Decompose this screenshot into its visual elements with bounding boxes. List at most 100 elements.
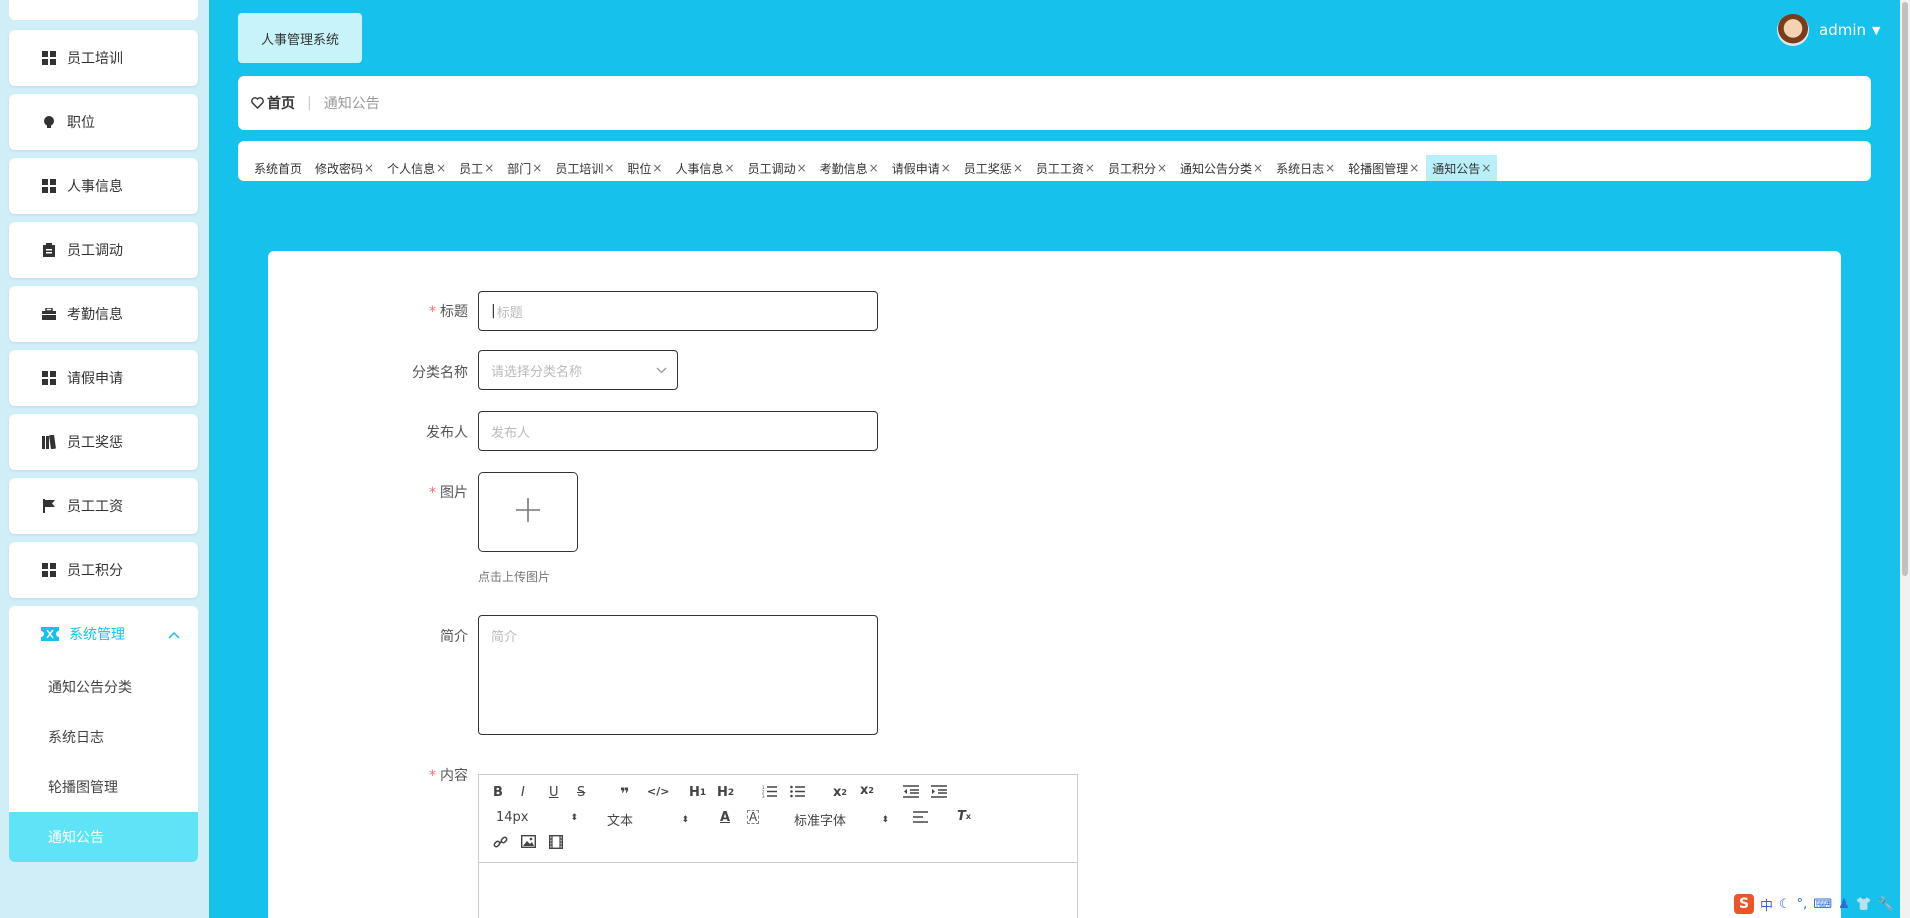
sidebar-item-points[interactable]: 员工积分 [9, 542, 198, 598]
tab-points[interactable]: 员工积分 × [1102, 155, 1173, 181]
title-input[interactable]: | 标题 [478, 291, 878, 331]
moon-icon[interactable]: ☾ [1779, 897, 1791, 912]
close-icon[interactable]: × [1013, 161, 1023, 175]
sidebar-item-transfer[interactable]: 员工调动 [9, 222, 198, 278]
image-icon[interactable] [521, 835, 536, 848]
close-icon[interactable]: × [652, 161, 662, 175]
code-icon[interactable]: </> [647, 785, 669, 798]
image-upload[interactable] [478, 472, 578, 552]
sidebar-item-label: 考勤信息 [67, 307, 123, 323]
summary-textarea[interactable]: 简介 [478, 615, 878, 735]
breadcrumb: 首页 | 通知公告 [238, 76, 1871, 130]
sidebar-item-position[interactable]: 职位 [9, 94, 198, 150]
close-icon[interactable]: × [436, 161, 446, 175]
superscript-icon[interactable]: x2 [860, 783, 874, 798]
tab-training[interactable]: 员工培训 × [549, 155, 620, 181]
font-size-select[interactable]: 14px ⬍ [496, 810, 578, 825]
grid-icon [41, 178, 57, 194]
strikethrough-icon[interactable]: S [577, 785, 585, 800]
sidebar-sub-carousel[interactable]: 轮播图管理 [9, 762, 198, 812]
editor-content-area[interactable] [479, 863, 1077, 918]
sidebar-sub-label: 通知公告 [48, 830, 104, 846]
font-color-icon[interactable]: A [720, 810, 730, 825]
tab-carousel[interactable]: 轮播图管理 × [1342, 155, 1425, 181]
breadcrumb-home[interactable]: 首页 [251, 93, 295, 113]
ordered-list-icon[interactable]: 123 [762, 785, 777, 798]
tab-salary[interactable]: 员工工资 × [1030, 155, 1101, 181]
sidebar-item-training[interactable]: 员工培训 [9, 30, 198, 86]
font-family-select[interactable]: 标准字体 ⬍ [794, 810, 889, 829]
punctuation-icon[interactable]: °, [1797, 897, 1808, 912]
h1-icon[interactable]: H1 [689, 785, 706, 800]
tab-hr-info[interactable]: 人事信息 × [669, 155, 740, 181]
link-icon[interactable] [493, 835, 508, 850]
close-icon[interactable]: × [484, 161, 494, 175]
close-icon[interactable]: × [725, 161, 735, 175]
ime-language[interactable]: 中 [1760, 895, 1773, 914]
tab-position[interactable]: 职位 × [621, 155, 668, 181]
voice-icon[interactable]: ♟ [1838, 897, 1850, 912]
flag-icon [41, 498, 57, 514]
sidebar-item-attendance[interactable]: 考勤信息 [9, 286, 198, 342]
close-icon[interactable]: × [604, 161, 614, 175]
sidebar-sub-notice-category[interactable]: 通知公告分类 [9, 662, 198, 712]
scrollbar-thumb[interactable] [1902, 2, 1908, 576]
sidebar-sub-notice[interactable]: 通知公告 [9, 812, 198, 862]
tab-profile[interactable]: 个人信息 × [381, 155, 452, 181]
tab-reward[interactable]: 员工奖惩 × [958, 155, 1029, 181]
sidebar-item-reward[interactable]: 员工奖惩 [9, 414, 198, 470]
tools-icon[interactable]: 🔧 [1878, 897, 1894, 912]
clear-format-icon[interactable]: Tx [957, 809, 971, 824]
close-icon[interactable]: × [1085, 161, 1095, 175]
close-icon[interactable]: × [1157, 161, 1167, 175]
tab-department[interactable]: 部门 × [501, 155, 548, 181]
close-icon[interactable]: × [532, 161, 542, 175]
italic-icon[interactable]: I [521, 785, 525, 800]
sidebar-item-label: 员工工资 [67, 499, 123, 515]
subscript-icon[interactable]: x2 [833, 785, 847, 800]
user-menu[interactable]: admin ▼ [1777, 14, 1880, 46]
tab-home[interactable]: 系统首页 [248, 155, 308, 181]
close-icon[interactable]: × [797, 161, 807, 175]
bullet-list-icon[interactable] [790, 785, 805, 798]
sidebar-group-system-toggle[interactable]: 系统管理 [9, 606, 198, 662]
sidebar-item-hr-info[interactable]: 人事信息 [9, 158, 198, 214]
indent-icon[interactable] [931, 785, 947, 798]
tab-notice-category[interactable]: 通知公告分类 × [1174, 155, 1269, 181]
block-format-select[interactable]: 文本 ⬍ [607, 810, 689, 829]
close-icon[interactable]: × [1253, 161, 1263, 175]
tab-system-log[interactable]: 系统日志 × [1270, 155, 1341, 181]
underline-icon[interactable]: U [549, 785, 559, 800]
bold-icon[interactable]: B [493, 785, 503, 800]
ime-toolbar[interactable]: S 中 ☾ °, ⌨ ♟ 👕 🔧 [1734, 893, 1894, 915]
close-icon[interactable]: × [1409, 161, 1419, 175]
tab-employee[interactable]: 员工 × [453, 155, 500, 181]
outdent-icon[interactable] [903, 785, 919, 798]
scrollbar[interactable] [1900, 0, 1910, 918]
sidebar-sub-label: 系统日志 [48, 730, 104, 746]
close-icon[interactable]: × [1481, 161, 1491, 175]
sidebar-item-salary[interactable]: 员工工资 [9, 478, 198, 534]
close-icon[interactable]: × [364, 161, 374, 175]
heart-icon [251, 97, 264, 109]
tab-transfer[interactable]: 员工调动 × [742, 155, 813, 181]
sidebar-item-partial[interactable] [9, 0, 198, 20]
skin-icon[interactable]: 👕 [1856, 897, 1872, 912]
keyboard-icon[interactable]: ⌨ [1813, 897, 1832, 912]
background-color-icon[interactable]: A [747, 810, 760, 824]
video-icon[interactable] [549, 835, 563, 849]
publisher-input[interactable]: 发布人 [478, 411, 878, 451]
tab-notice[interactable]: 通知公告 × [1426, 155, 1498, 181]
sidebar-sub-system-log[interactable]: 系统日志 [9, 712, 198, 762]
tab-attendance[interactable]: 考勤信息 × [814, 155, 885, 181]
sidebar-item-leave[interactable]: 请假申请 [9, 350, 198, 406]
align-icon[interactable] [913, 811, 928, 823]
blockquote-icon[interactable]: ❞ [620, 784, 629, 803]
h2-icon[interactable]: H2 [717, 785, 734, 800]
category-select[interactable]: 请选择分类名称 [478, 350, 678, 390]
close-icon[interactable]: × [869, 161, 879, 175]
close-icon[interactable]: × [1325, 161, 1335, 175]
tab-change-password[interactable]: 修改密码 × [309, 155, 380, 181]
tab-leave[interactable]: 请假申请 × [886, 155, 957, 181]
close-icon[interactable]: × [941, 161, 951, 175]
